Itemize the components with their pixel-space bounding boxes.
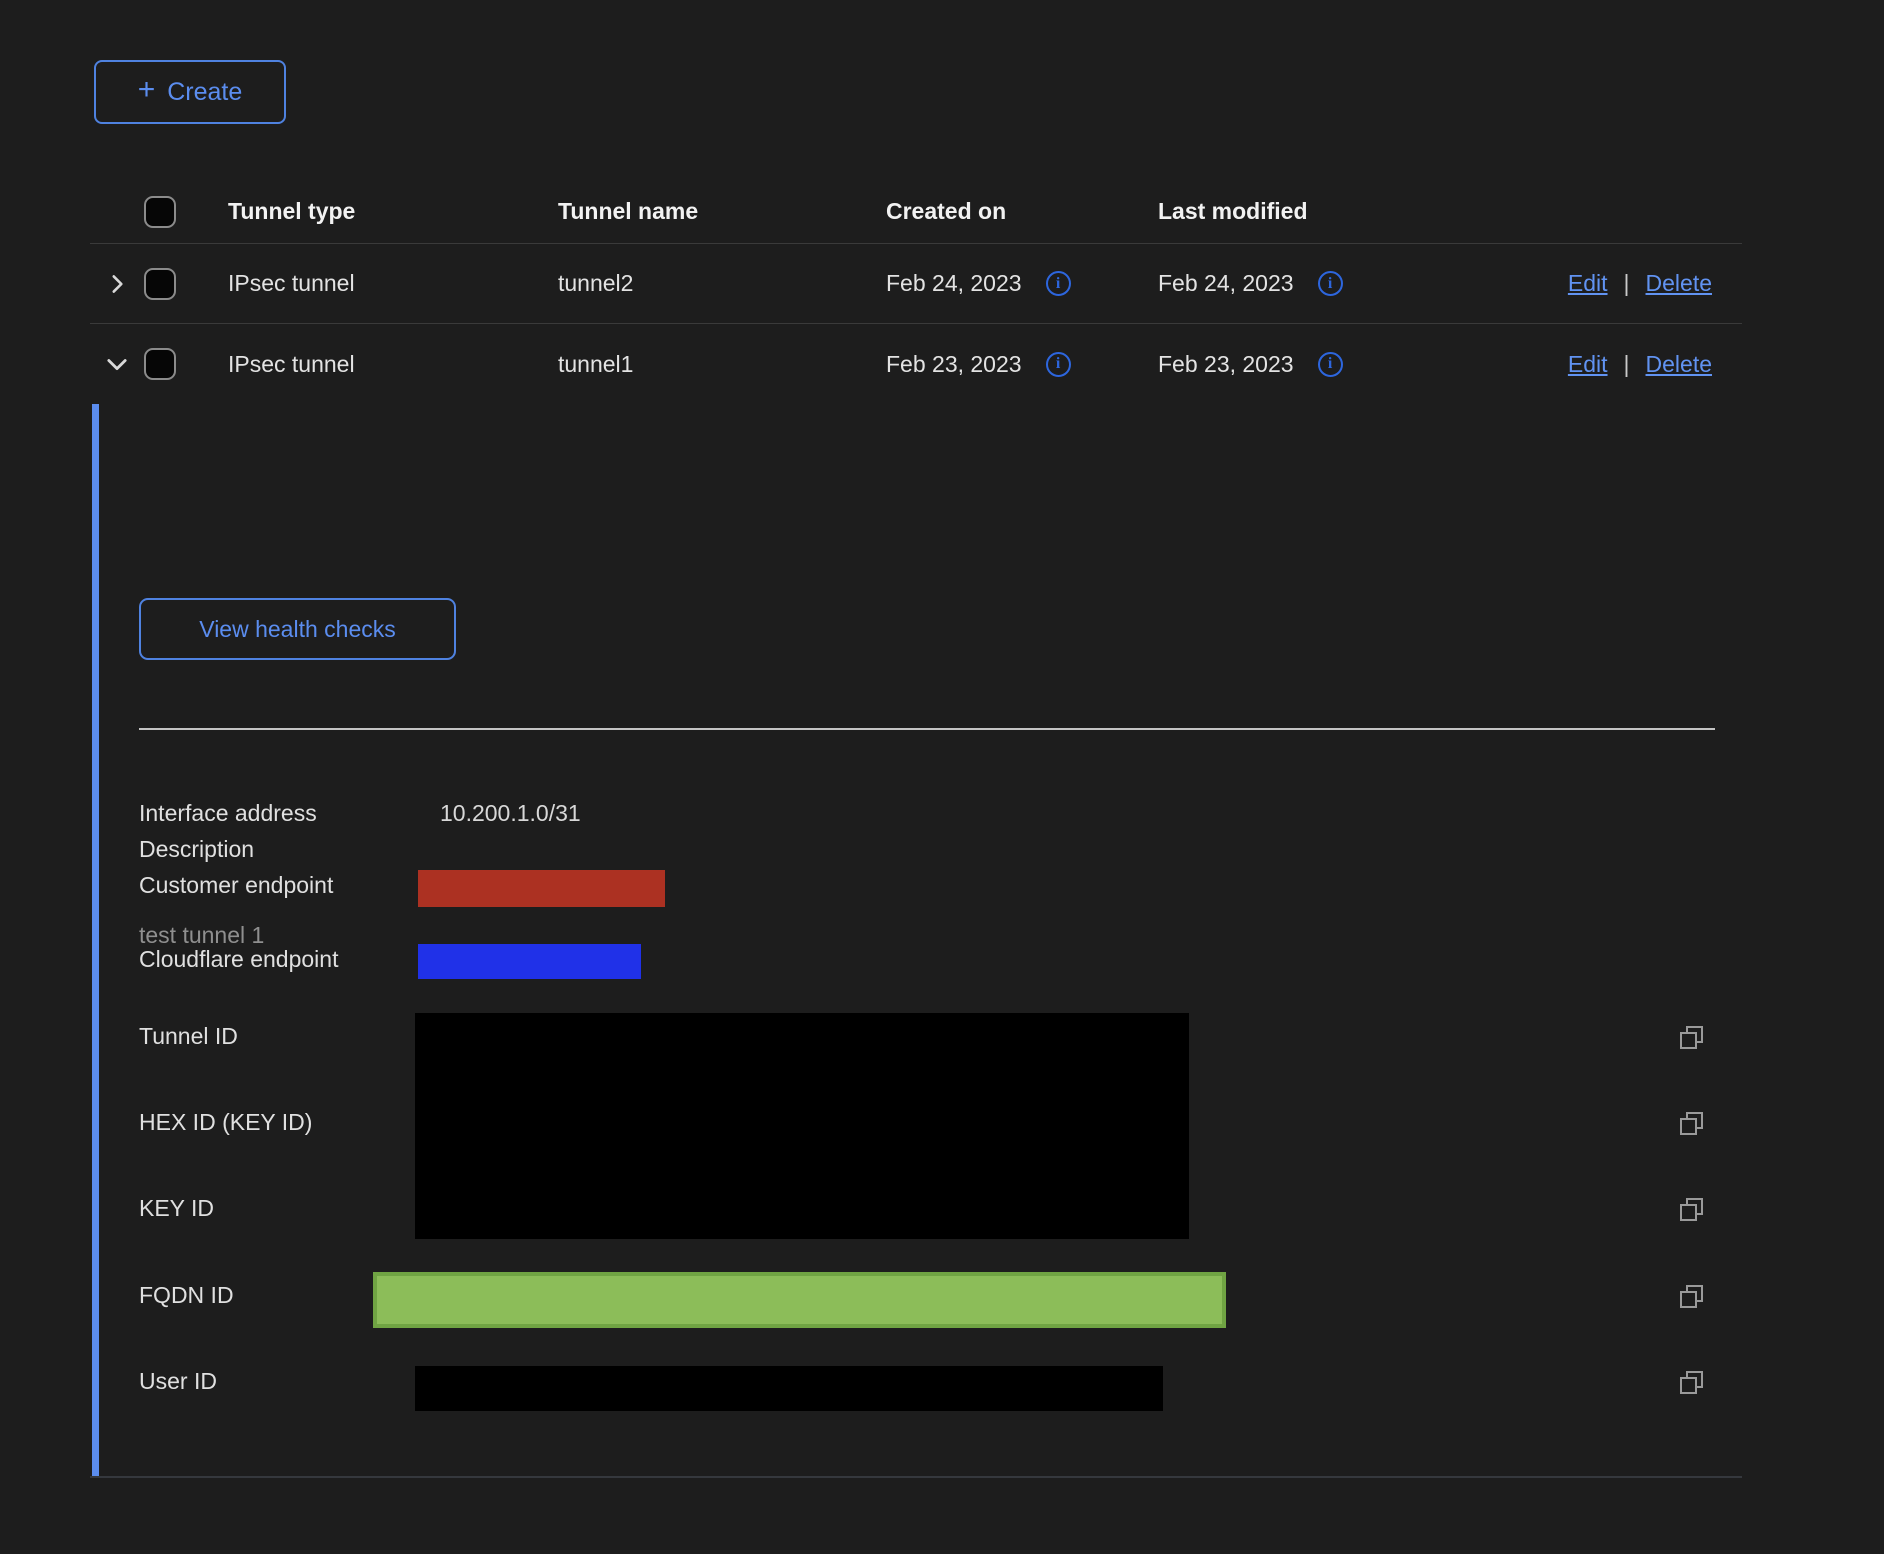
info-icon[interactable]: i [1318,271,1343,296]
table-row-tunnel1-expanded: IPsec tunnel tunnel1 Feb 23, 2023 i Feb … [90,324,1742,404]
tunnel-type-cell: IPsec tunnel [214,270,544,297]
section-divider [139,728,1715,730]
header-tunnel-type: Tunnel type [214,198,544,225]
edit-link[interactable]: Edit [1568,270,1608,297]
copy-icon[interactable] [1677,1195,1707,1225]
expanded-tunnel-details: Description test tunnel 1 View health ch… [92,404,1744,1476]
cloudflare-endpoint-label: Cloudflare endpoint [139,946,338,973]
user-id-redacted-value [415,1366,1163,1411]
customer-endpoint-label: Customer endpoint [139,872,333,899]
hex-id-label: HEX ID (KEY ID) [139,1109,312,1136]
select-all-checkbox[interactable] [144,196,176,228]
interface-address-label: Interface address [139,800,317,827]
tunnels-table: Tunnel type Tunnel name Created on Last … [90,180,1742,404]
tunnel-type-cell: IPsec tunnel [214,351,544,378]
created-on-value: Feb 23, 2023 [886,351,1022,378]
actions-separator: | [1624,270,1630,297]
info-icon[interactable]: i [1046,352,1071,377]
table-header-row: Tunnel type Tunnel name Created on Last … [90,180,1742,244]
header-last-modified: Last modified [1146,198,1426,225]
info-icon[interactable]: i [1046,271,1071,296]
info-icon[interactable]: i [1318,352,1343,377]
create-button-label: Create [167,78,242,107]
customer-endpoint-redacted-value [418,870,665,907]
tunnel-name-cell: tunnel2 [544,270,874,297]
view-health-checks-button[interactable]: View health checks [139,598,456,660]
last-modified-value: Feb 24, 2023 [1158,270,1294,297]
copy-icon[interactable] [1677,1109,1707,1139]
key-id-label: KEY ID [139,1195,214,1222]
fqdn-id-label: FQDN ID [139,1282,234,1309]
cloudflare-endpoint-redacted-value [418,944,641,979]
header-tunnel-name: Tunnel name [544,198,874,225]
tunnel-hex-key-id-redacted-values [415,1013,1189,1239]
copy-icon[interactable] [1677,1282,1707,1312]
tunnels-page: + Create Tunnel type Tunnel name Created… [0,0,1884,1554]
row-checkbox[interactable] [144,268,176,300]
plus-icon: + [138,75,156,105]
expanded-section-bottom-divider [90,1476,1742,1478]
fqdn-id-redacted-value [373,1272,1226,1328]
tunnel-id-label: Tunnel ID [139,1023,238,1050]
user-id-label: User ID [139,1368,217,1395]
edit-link[interactable]: Edit [1568,351,1608,378]
delete-link[interactable]: Delete [1646,351,1712,378]
delete-link[interactable]: Delete [1646,270,1712,297]
table-row-tunnel2: IPsec tunnel tunnel2 Feb 24, 2023 i Feb … [90,244,1742,324]
copy-icon[interactable] [1677,1023,1707,1053]
tunnel-name-cell: tunnel1 [544,351,874,378]
interface-address-value: 10.200.1.0/31 [440,800,581,827]
create-button[interactable]: + Create [94,60,286,124]
chevron-down-icon[interactable] [103,350,131,378]
header-created-on: Created on [874,198,1146,225]
description-label: Description [139,836,254,863]
actions-separator: | [1624,351,1630,378]
row-checkbox[interactable] [144,348,176,380]
copy-icon[interactable] [1677,1368,1707,1398]
chevron-right-icon[interactable] [104,271,130,297]
description-value: test tunnel 1 [139,922,264,949]
last-modified-value: Feb 23, 2023 [1158,351,1294,378]
created-on-value: Feb 24, 2023 [886,270,1022,297]
